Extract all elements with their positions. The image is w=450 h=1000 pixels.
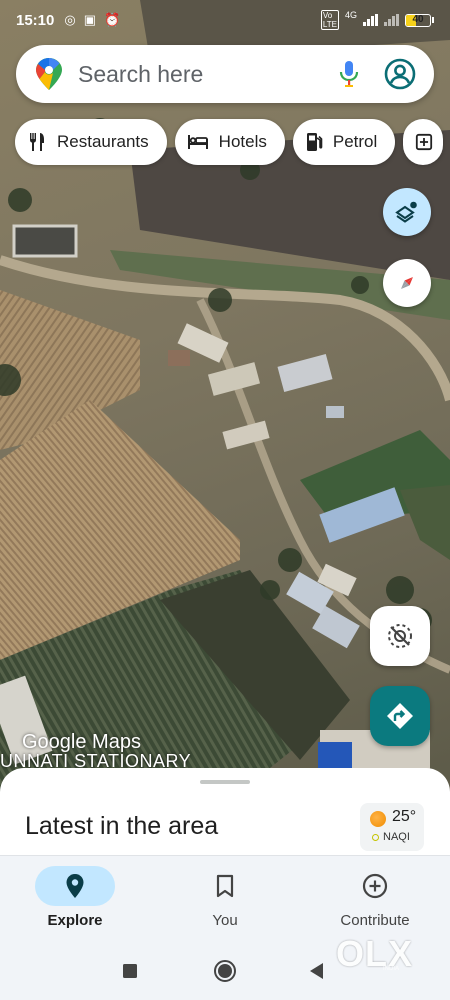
recenter-button[interactable]	[370, 606, 430, 666]
compass-button[interactable]	[383, 259, 431, 307]
fuel-pump-icon	[306, 133, 323, 151]
recents-button[interactable]	[110, 941, 150, 1000]
compass-icon	[401, 277, 413, 289]
add-box-icon	[416, 133, 433, 151]
chip-label: Hotels	[218, 132, 267, 151]
nav-contribute[interactable]: Contribute	[300, 856, 450, 942]
aqi-dot-icon	[372, 834, 379, 841]
status-system-icons: Vo LTE 4G 40	[320, 10, 434, 30]
nav-explore-pill	[35, 866, 115, 906]
weather-temperature: 25°	[392, 808, 417, 825]
volte-icon: Vo LTE	[320, 10, 339, 30]
status-notification-icons: ◎ ▣ ⏰	[64, 12, 120, 28]
notification-icon: ◎	[64, 12, 76, 27]
account-icon[interactable]	[384, 58, 416, 90]
battery-level: 40	[412, 13, 424, 25]
alarm-icon: ⏰	[104, 12, 121, 27]
chip-petrol[interactable]: Petrol	[292, 119, 396, 165]
olx-watermark-sub: INDIA	[383, 966, 400, 972]
weather-widget[interactable]: 25° NAQI	[360, 803, 424, 851]
olx-watermark: OLX	[336, 933, 414, 974]
status-time: 15:10	[16, 11, 55, 29]
search-input[interactable]: Search here	[78, 61, 338, 88]
sun-icon	[370, 811, 386, 827]
bed-icon	[187, 135, 208, 149]
aqi-label: NAQI	[383, 831, 410, 843]
chip-label: Petrol	[332, 132, 378, 151]
directions-icon	[387, 703, 413, 729]
explore-pin-icon	[66, 874, 84, 898]
back-triangle-icon	[310, 962, 323, 979]
add-circle-icon	[362, 873, 388, 899]
recents-square-icon	[123, 963, 137, 978]
bottom-navigation: Explore You Contribute	[0, 855, 450, 941]
nav-you[interactable]: You	[150, 856, 300, 942]
nav-you-pill	[185, 866, 265, 906]
signal-icon-2	[384, 14, 399, 26]
home-button[interactable]	[203, 941, 247, 1000]
chip-restaurants[interactable]: Restaurants	[15, 119, 167, 165]
chip-more[interactable]	[403, 119, 444, 165]
layers-icon	[395, 201, 417, 223]
chip-hotels[interactable]: Hotels	[174, 119, 285, 165]
battery-icon: 40	[405, 13, 434, 27]
nav-explore[interactable]: Explore	[0, 856, 150, 942]
sheet-title: Latest in the area	[25, 812, 219, 840]
layers-button[interactable]	[383, 188, 431, 236]
home-circle-icon	[214, 959, 236, 982]
fork-knife-icon	[30, 133, 44, 151]
sheet-drag-handle[interactable]	[200, 780, 250, 784]
battery-saver-icon: ▣	[83, 12, 97, 27]
nav-contribute-pill	[335, 866, 415, 906]
location-off-icon	[388, 624, 412, 648]
nav-label: Explore	[47, 912, 103, 929]
google-maps-logo-icon	[36, 58, 62, 90]
chip-label: Restaurants	[57, 132, 149, 151]
mic-icon[interactable]	[338, 60, 360, 88]
nav-label: You	[212, 912, 238, 929]
back-button[interactable]	[298, 941, 334, 1000]
directions-button[interactable]	[370, 686, 430, 746]
status-bar: 15:10 ◎ ▣ ⏰ Vo LTE 4G 40	[0, 0, 450, 40]
category-chips: Restaurants Hotels Petrol	[15, 119, 444, 165]
bookmark-icon	[216, 874, 234, 898]
search-bar[interactable]: Search here	[16, 45, 434, 103]
signal-icon	[363, 14, 378, 26]
nav-label: Contribute	[340, 912, 410, 929]
network-type: 4G	[344, 10, 357, 20]
